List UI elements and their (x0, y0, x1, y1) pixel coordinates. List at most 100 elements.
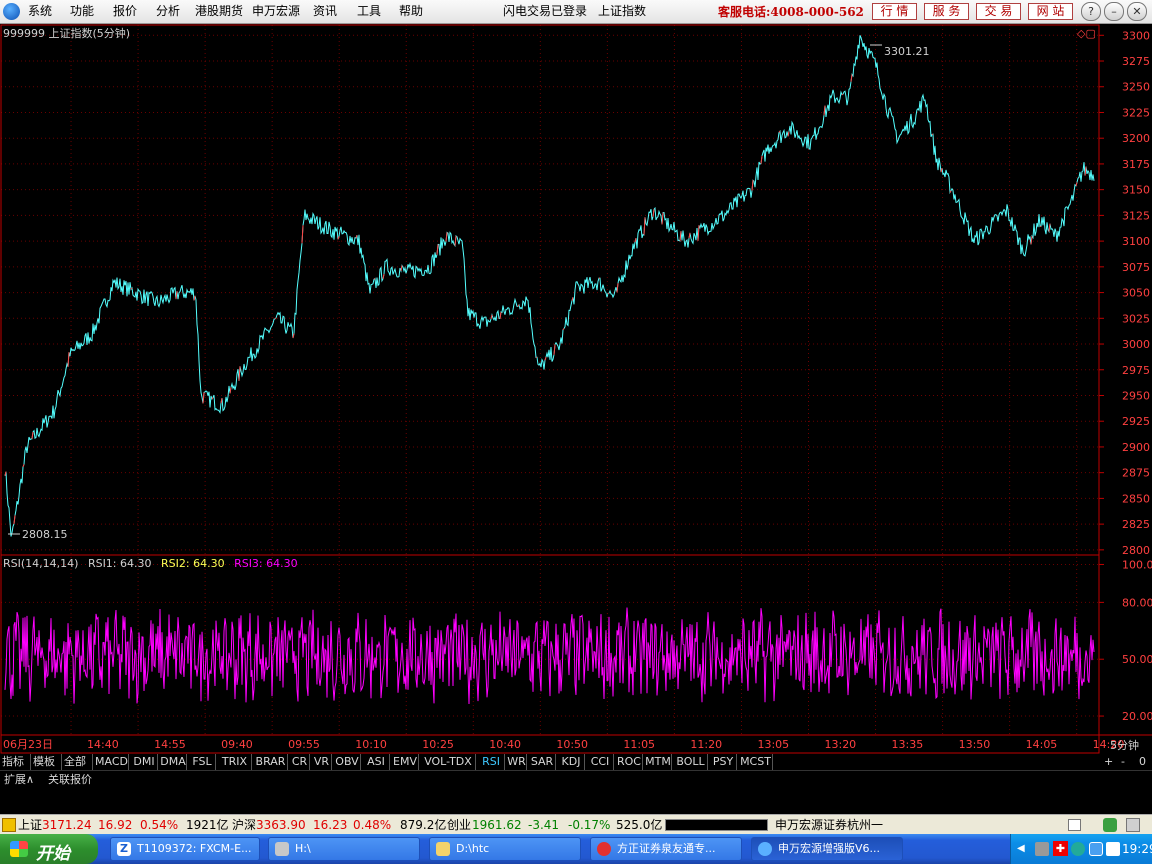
antivirus-icon[interactable]: ✚ (1053, 841, 1068, 856)
menu-quote[interactable]: 报价 (113, 3, 137, 19)
tab-boll[interactable]: BOLL (674, 754, 708, 770)
tab-kdj[interactable]: KDJ (558, 754, 585, 770)
time-label: 10:25 (422, 738, 454, 751)
rsi-tick-label: 80.00 (1122, 596, 1152, 609)
price-up-segment (1030, 236, 1033, 245)
price-tick-label: 3200 (1122, 132, 1150, 145)
tab-vr[interactable]: VR (312, 754, 332, 770)
tab-fsl[interactable]: FSL (189, 754, 216, 770)
trade-button[interactable]: 交 易 (976, 3, 1021, 20)
price-tick-label: 3075 (1122, 261, 1150, 274)
connection-meter-icon (665, 819, 768, 831)
minimize-icon[interactable]: – (1104, 2, 1124, 21)
close-icon[interactable]: ✕ (1127, 2, 1147, 21)
price-tick-label: 2975 (1122, 364, 1150, 377)
tab-emv[interactable]: EMV (392, 754, 419, 770)
price-tick-label: 2800 (1122, 544, 1150, 557)
menu-analysis[interactable]: 分析 (156, 3, 180, 19)
tab-obv[interactable]: OBV (334, 754, 361, 770)
signal-icon[interactable] (1103, 818, 1117, 832)
price-up-segment (499, 311, 502, 319)
task-shenwan[interactable]: 申万宏源增强版V6... (751, 837, 903, 861)
time-label: 14:05 (1026, 738, 1058, 751)
start-label: 开始 (36, 844, 70, 864)
tab-dmi[interactable]: DMI (131, 754, 158, 770)
tab-macd[interactable]: MACD (95, 754, 129, 770)
price-up-segment (229, 387, 232, 394)
tray-display-icon[interactable] (1106, 842, 1120, 856)
tab-trix[interactable]: TRIX (218, 754, 252, 770)
tab-template[interactable]: 模板 (33, 754, 62, 770)
cy-pct: -0.17% (568, 818, 611, 832)
tab-indicator[interactable]: 指标 (2, 754, 31, 770)
menu-news[interactable]: 资讯 (313, 3, 337, 19)
tab-psy[interactable]: PSY (710, 754, 737, 770)
menu-shenwan[interactable]: 申万宏源 (252, 3, 300, 19)
price-tick-label: 3300 (1122, 29, 1150, 42)
rsi3-label: RSI3: 64.30 (234, 557, 298, 570)
task-founder-securities[interactable]: 方正证券泉友通专... (590, 837, 742, 861)
tab-cr[interactable]: CR (290, 754, 310, 770)
menu-function[interactable]: 功能 (70, 3, 94, 19)
app-logo-icon[interactable] (3, 3, 20, 20)
price-up-segment (553, 344, 556, 355)
price-up-segment (301, 225, 304, 244)
tab-mcst[interactable]: MCST (739, 754, 773, 770)
tab-vol-tdx[interactable]: VOL-TDX (421, 754, 476, 770)
tray-app-icon[interactable] (1071, 842, 1085, 856)
tab-asi[interactable]: ASI (363, 754, 390, 770)
menu-tools[interactable]: 工具 (357, 3, 381, 19)
price-up-segment (211, 397, 214, 400)
menu-hk-futures[interactable]: 港股期货 (195, 3, 243, 19)
website-button[interactable]: 网 站 (1028, 3, 1073, 20)
help-icon[interactable]: ? (1081, 2, 1101, 21)
tab-all[interactable]: 全部 (64, 754, 93, 770)
zoom-reset-button[interactable]: 0 (1139, 754, 1146, 770)
price-up-segment (382, 274, 385, 279)
tab-wr[interactable]: WR (507, 754, 527, 770)
tab-cci[interactable]: CCI (587, 754, 614, 770)
low-label: 2808.15 (22, 528, 68, 541)
rsi-tick-label: 100.00 (1122, 558, 1152, 571)
task-fxcm[interactable]: Z T1109372: FXCM-E... (110, 837, 260, 861)
sh-label: 上证 (18, 818, 43, 832)
tab-dma[interactable]: DMA (160, 754, 187, 770)
menu-help[interactable]: 帮助 (399, 3, 423, 19)
tab-expand[interactable]: 扩展∧ (4, 771, 34, 788)
hs-label: 沪深 (232, 818, 257, 832)
tab-rsi[interactable]: RSI (478, 754, 505, 770)
period-label[interactable]: 5分钟 (1110, 738, 1139, 752)
tab-mtm[interactable]: MTM (645, 754, 672, 770)
price-up-segment (67, 352, 70, 367)
task-drive-h[interactable]: H:\ (268, 837, 420, 861)
hs-amount: 879.2亿 (400, 818, 447, 832)
price-tick-label: 2925 (1122, 415, 1150, 428)
time-axis: 06月23日 14:40 14:55 09:40 09:55 10:10 10:25 10:4… (3, 738, 1124, 751)
service-button[interactable]: 服 务 (924, 3, 969, 20)
price-tick-label: 3150 (1122, 184, 1150, 197)
market-button[interactable]: 行 情 (872, 3, 917, 20)
menu-system[interactable]: 系统 (28, 3, 52, 19)
zoom-in-button[interactable]: + (1104, 754, 1113, 770)
tab-sar[interactable]: SAR (529, 754, 556, 770)
tab-roc[interactable]: ROC (616, 754, 643, 770)
chart-frame (0, 24, 1100, 754)
start-button[interactable]: 开始 (0, 834, 98, 864)
tab-brar[interactable]: BRAR (254, 754, 288, 770)
kline-chart[interactable]: 999999 上证指数(5分钟) ◇▢ 3300 3275 3250 3225 3200… (0, 24, 1152, 754)
network-icon[interactable] (1035, 842, 1049, 856)
volume-icon[interactable] (1089, 842, 1103, 856)
price-tick-label: 2825 (1122, 518, 1150, 531)
alert-icon[interactable] (2, 818, 16, 832)
tab-related-quotes[interactable]: 关联报价 (48, 771, 92, 788)
price-up-segment (544, 356, 547, 361)
price-up-segment (445, 232, 448, 242)
taskbar-clock: 19:29 (1122, 842, 1152, 856)
task-folder-htc[interactable]: D:\htc (429, 837, 581, 861)
lock-icon[interactable] (1126, 818, 1140, 832)
zoom-out-button[interactable]: - (1121, 754, 1125, 770)
price-up-segment (571, 297, 574, 301)
chart-expand-icon[interactable]: ◇▢ (1077, 27, 1096, 40)
message-icon[interactable] (1068, 819, 1081, 831)
tray-expand-icon[interactable]: ◀ (1017, 843, 1025, 854)
